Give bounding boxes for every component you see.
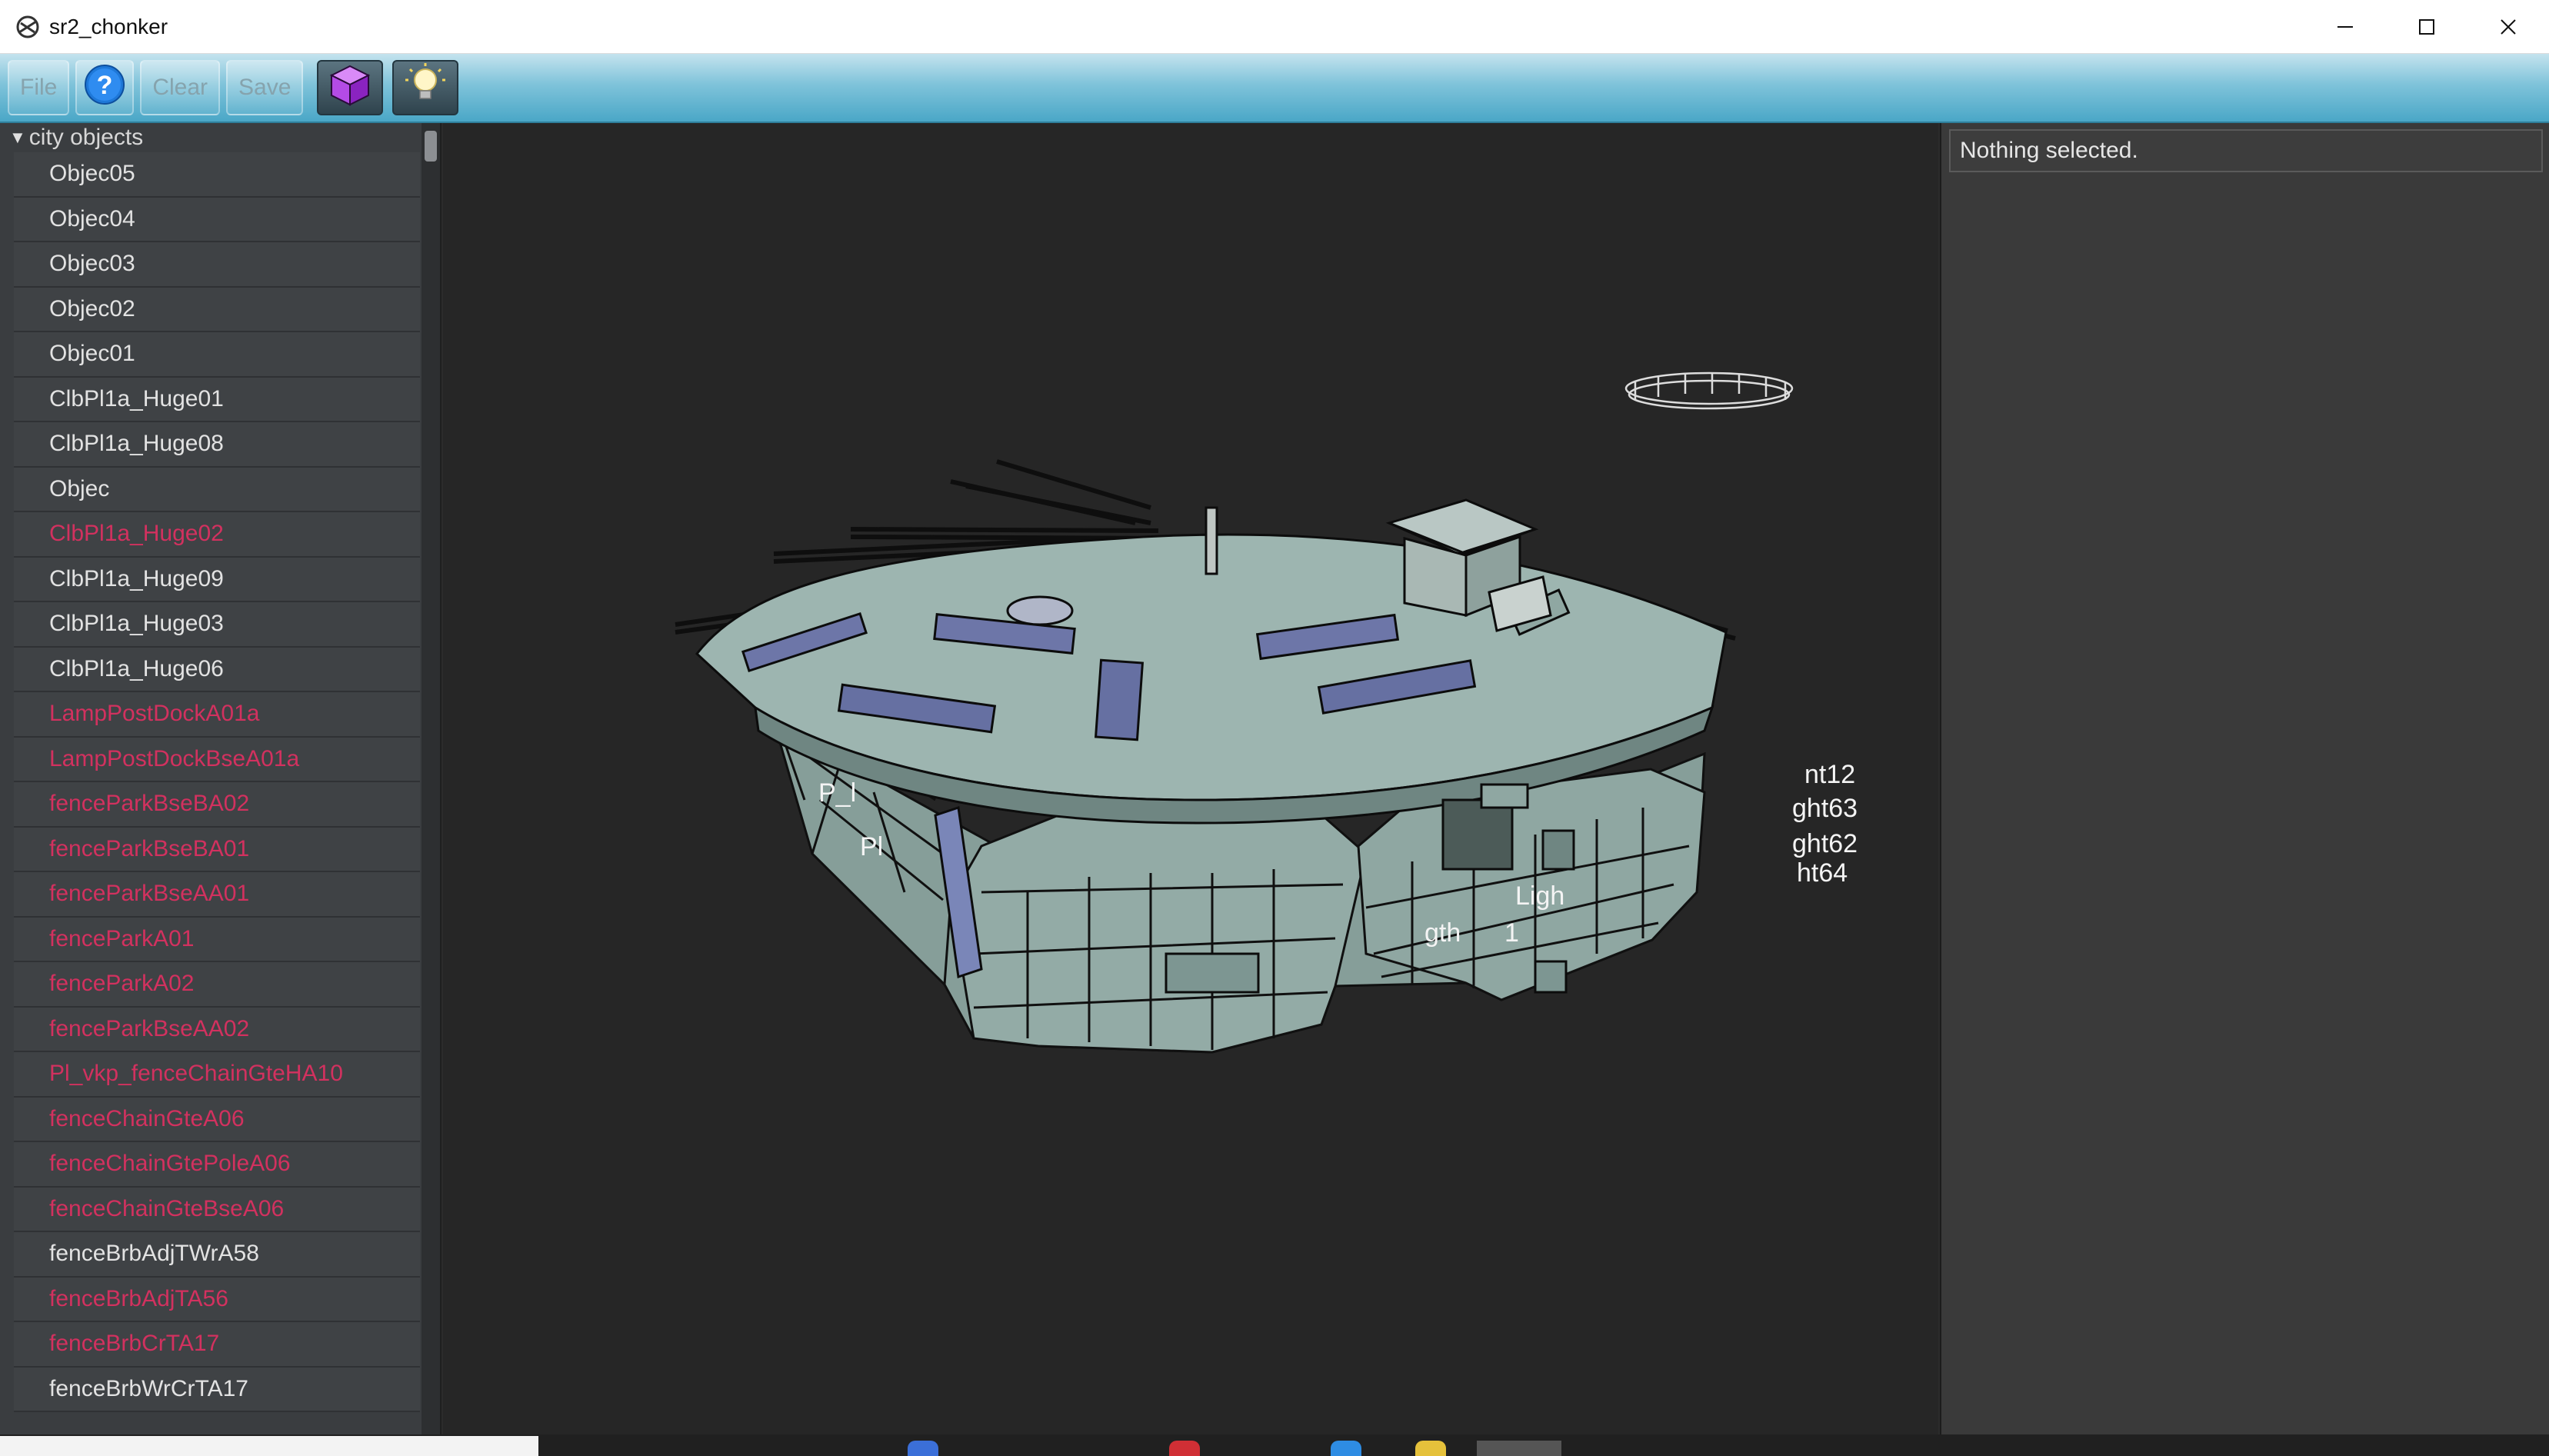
taskbar-app-icon[interactable] [1415,1441,1446,1456]
minimize-icon[interactable] [2304,0,2386,54]
caret-down-icon[interactable]: ▼ [9,128,26,148]
tree-item[interactable]: fenceBrbAdjTA56 [14,1277,420,1322]
taskbar-search-box[interactable] [0,1436,538,1456]
taskbar-app-icon[interactable] [1169,1441,1200,1456]
taskbar-app-icon[interactable] [1331,1441,1361,1456]
scene-tree: ▼ city objects Objec05 Objec04 Objec03 Obje… [0,123,420,1412]
tree-item[interactable]: ClbPl1a_Huge09 [14,557,420,602]
3d-viewport[interactable]: nt12 ght63 ght62 ht64 P_l Pl Ligh gth 1 [443,123,1938,1434]
tree-item[interactable]: ClbPl1a_Huge01 [14,377,420,422]
taskbar-app-icon[interactable] [908,1441,938,1456]
save-button[interactable]: Save [226,60,304,115]
clear-button[interactable]: Clear [140,60,221,115]
tree-item[interactable]: fenceChainGteBseA06 [14,1187,420,1232]
tree-item[interactable]: fenceChainGtePoleA06 [14,1142,420,1188]
tree-item[interactable]: fenceParkBseBA01 [14,827,420,872]
light-label: P_l [818,778,856,808]
app-icon [14,13,42,41]
tree-item[interactable]: fenceBrbAdjTWrA58 [14,1232,420,1278]
light-button[interactable] [392,60,459,115]
tree-item[interactable]: Objec [14,467,420,512]
tree-item[interactable]: fenceBrbCrTA17 [14,1322,420,1368]
help-icon: ? [83,63,126,112]
tree-item[interactable]: fenceParkBseBA02 [14,782,420,828]
tree-root-label: city objects [28,125,144,150]
maximize-icon[interactable] [2386,0,2467,54]
lightbulb-icon [404,62,447,114]
tree-item[interactable]: fenceParkA01 [14,917,420,962]
tree-item[interactable]: fenceParkA02 [14,962,420,1008]
scene-tree-panel: ▼ city objects Objec05 Objec04 Objec03 Obje… [0,123,441,1434]
tree-item[interactable]: Objec03 [14,242,420,288]
tree-item[interactable]: ClbPl1a_Huge08 [14,422,420,468]
taskbar [0,1434,2549,1456]
tree-item[interactable]: fenceChainGteA06 [14,1097,420,1142]
tree-scrollbar-thumb[interactable] [425,131,437,162]
tree-root-city-objects[interactable]: ▼ city objects [0,123,420,152]
tree-item[interactable]: Objec04 [14,197,420,242]
light-label: 1 [1504,918,1519,948]
cube-icon [327,62,373,114]
properties-panel: Nothing selected. [1940,123,2549,1434]
tree-item[interactable]: fenceParkBseAA01 [14,872,420,918]
tree-item[interactable]: LampPostDockA01a [14,692,420,738]
tree-item[interactable]: ClbPl1a_Huge06 [14,647,420,692]
help-button[interactable]: ? [75,60,135,115]
selection-status: Nothing selected. [1949,129,2543,172]
tree-item[interactable]: fenceParkBseAA02 [14,1007,420,1052]
tree-item[interactable]: ClbPl1a_Huge03 [14,602,420,648]
light-label: Ligh [1515,881,1564,911]
scene-render: nt12 ght63 ght62 ht64 P_l Pl Ligh gth 1 [675,371,1858,1054]
light-label: nt12 [1804,760,1855,789]
tree-item[interactable]: ClbPl1a_Huge02 [14,512,420,558]
light-label: Pl [860,832,883,861]
tree-item[interactable]: Objec02 [14,287,420,332]
taskbar-app-icon[interactable] [1477,1441,1561,1456]
window-controls [2304,0,2549,54]
title-bar: sr2_chonker [0,0,2549,54]
light-label: gth [1424,918,1461,948]
cube-button[interactable] [317,60,384,115]
tree-scrollbar[interactable] [422,123,440,1434]
toolbar: File ? Clear Save [0,54,2549,123]
tree-item[interactable]: Objec01 [14,332,420,378]
tree-item[interactable]: Objec05 [14,152,420,198]
window-title: sr2_chonker [49,14,168,38]
file-button[interactable]: File [8,60,70,115]
light-label: ght62 [1792,829,1858,858]
tree-item[interactable]: Pl_vkp_fenceChainGteHA10 [14,1052,420,1098]
wireframe-ring [1624,371,1794,410]
tree-item[interactable]: LampPostDockBseA01a [14,737,420,782]
light-label: ght63 [1792,794,1858,823]
close-icon[interactable] [2467,0,2549,54]
light-label: ht64 [1797,858,1848,888]
tree-item[interactable]: fenceBrbWrCrTA17 [14,1367,420,1412]
svg-text:?: ? [97,71,113,100]
